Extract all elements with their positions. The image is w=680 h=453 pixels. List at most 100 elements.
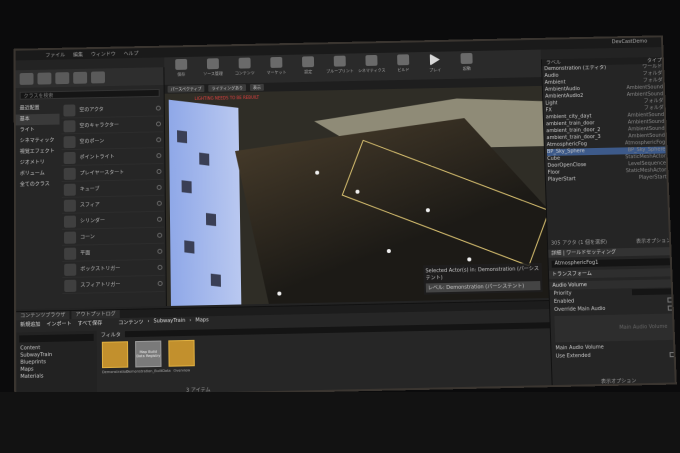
market-button[interactable]: マーケット	[263, 56, 289, 76]
light-actor-icon[interactable]	[386, 249, 391, 254]
cb-view-options-button[interactable]: 表示オプション	[601, 377, 637, 385]
monitor-bezel	[0, 392, 680, 453]
content-browser-panel: コンテンツブラウザ アウトプットログ 新規追加 インポート すべて保存 コンテン…	[16, 300, 636, 399]
selection-info: Selected Actor(s) in: Demonstration (パーシ…	[423, 262, 543, 295]
lit-button[interactable]: ライティングあり	[208, 84, 247, 92]
save-button[interactable]: 保存	[168, 58, 194, 78]
source-control-button[interactable]: ソース管理	[200, 58, 226, 77]
info-icon	[156, 216, 163, 222]
build-data-asset-icon: Map Build Data Registry	[135, 340, 162, 368]
menu-help[interactable]: ヘルプ	[124, 50, 139, 57]
settings-button[interactable]: 設定	[295, 56, 321, 75]
use-extended-property: Use Extended	[552, 350, 677, 361]
info-icon	[156, 168, 162, 175]
outliner-view-options-button[interactable]: 表示オプション	[636, 237, 671, 245]
breadcrumb-item[interactable]: SubwayTrain	[153, 318, 185, 326]
perspective-button[interactable]: パースペクティブ	[167, 85, 205, 93]
actor-name-field[interactable]: AtmosphericFog1	[551, 258, 673, 268]
map-asset-icon	[101, 341, 129, 369]
menu-window[interactable]: ウィンドウ	[91, 50, 116, 57]
menu-edit[interactable]: 編集	[73, 51, 83, 58]
light-actor-icon[interactable]	[277, 291, 282, 296]
save-icon	[175, 58, 188, 70]
selected-actors-text: Selected Actor(s) in: Demonstration (パーシ…	[425, 265, 539, 282]
play-icon	[429, 53, 440, 66]
actor-thumbnail-icon	[63, 119, 76, 132]
menu-file[interactable]: ファイル	[45, 51, 65, 58]
transform-section[interactable]: トランスフォーム	[548, 268, 676, 279]
play-button[interactable]: プレイ	[422, 53, 448, 73]
content-button[interactable]: コンテンツ	[232, 57, 258, 76]
info-icon	[157, 264, 163, 270]
filter-button[interactable]: フィルタ	[101, 331, 121, 338]
category-item[interactable]: 視覚エフェクト	[16, 146, 60, 158]
actor-thumbnail-icon	[63, 183, 76, 196]
geometry-mode-icon[interactable]	[91, 71, 105, 84]
window-title: DevCastDemo	[611, 38, 648, 46]
market-icon	[270, 56, 283, 68]
actor-thumbnail-icon	[63, 151, 76, 164]
use-extended-checkbox[interactable]	[669, 351, 675, 357]
build-button[interactable]: ビルド	[390, 54, 416, 73]
override-checkbox[interactable]	[667, 304, 673, 311]
scene-window	[176, 130, 188, 144]
enabled-checkbox[interactable]	[667, 296, 673, 303]
cinematics-button[interactable]: シネマティクス	[358, 54, 385, 74]
blueprint-button[interactable]: ブループリント	[326, 55, 354, 74]
breadcrumb: コンテンツ › SubwayTrain › Maps	[118, 317, 208, 326]
landscape-mode-icon[interactable]	[55, 72, 70, 85]
show-button[interactable]: 表示	[249, 83, 264, 91]
chevron-right-icon: ›	[189, 317, 192, 324]
asset-tile[interactable]: Map Build Data Registry Demonstration_Bu…	[126, 340, 171, 374]
blueprint-icon	[333, 55, 346, 67]
tab-world-settings[interactable]: ワールドセッティング	[566, 249, 616, 256]
actor-thumbnail-icon	[63, 167, 76, 180]
asset-tile[interactable]: Overview	[167, 339, 196, 373]
asset-tile[interactable]: Demonstration	[101, 341, 129, 374]
modes-panel: クラスを検索 最近配置 基本 ライト シネマティック 視覚エフェクト ジオメトリ…	[15, 67, 167, 310]
override-main-audio-property: Override Main Audio	[550, 303, 677, 314]
actor-count-text: 305 アクタ (1 個を選択)	[550, 239, 608, 247]
breadcrumb-item[interactable]: Maps	[195, 317, 208, 324]
place-mode-icon[interactable]	[19, 72, 34, 85]
scene-window	[210, 273, 221, 287]
category-list: 最近配置 基本 ライト シネマティック 視覚エフェクト ジオメトリ ボリューム …	[15, 103, 60, 191]
light-actor-icon[interactable]	[315, 170, 320, 175]
details-tabs: 詳細 | ワールドセッティング	[548, 247, 675, 258]
breadcrumb-item[interactable]: コンテンツ	[118, 319, 143, 327]
build-icon	[397, 54, 410, 66]
light-actor-icon[interactable]	[425, 208, 430, 213]
monitor-screen: ファイル 編集 ウィンドウ ヘルプ DevCastDemo 保存 ソース管理 コ…	[13, 35, 677, 399]
tab-content-browser[interactable]: コンテンツブラウザ	[16, 311, 70, 321]
info-icon	[157, 232, 163, 238]
actor-thumbnail-icon	[64, 231, 77, 244]
content-icon	[238, 57, 251, 69]
outliner-tree: Demonstration (エディタ) ワールド Audio フォルダ Ambie…	[542, 64, 671, 184]
placeable-items: 空のアクタ 空のキャラクター 空のポーン ポイントライト プレイヤースタート キ…	[61, 100, 165, 295]
tab-details[interactable]: 詳細	[551, 250, 561, 256]
lighting-warning: LIGHTING NEEDS TO BE REBUILT	[194, 94, 260, 102]
placeable-item[interactable]: スフィアトリガー	[62, 275, 165, 295]
mode-tabs	[15, 67, 164, 88]
add-new-button[interactable]: 新規追加	[20, 321, 40, 328]
light-actor-icon[interactable]	[467, 257, 472, 262]
tab-output-log[interactable]: アウトプットログ	[71, 310, 120, 320]
category-item[interactable]: 全てのクラス	[16, 179, 60, 191]
info-icon	[156, 137, 162, 143]
folder-search-input[interactable]	[19, 333, 94, 343]
class-search-input[interactable]: クラスを検索	[19, 88, 160, 100]
scene-building-wall	[168, 99, 242, 307]
actor-thumbnail-icon	[64, 279, 77, 292]
info-icon	[156, 153, 162, 159]
level-viewport[interactable]: パースペクティブ ライティングあり 表示 LIGHTING NEEDS TO B…	[164, 77, 549, 307]
save-all-button[interactable]: すべて保存	[78, 320, 103, 328]
folder-item[interactable]: Materials	[16, 372, 97, 381]
launch-button[interactable]: 起動	[454, 52, 480, 72]
cinematics-icon	[365, 54, 378, 66]
outliner-row[interactable]: PlayerStart PlayerStart	[548, 174, 671, 184]
priority-input[interactable]	[631, 288, 673, 296]
foliage-mode-icon[interactable]	[73, 71, 88, 84]
import-button[interactable]: インポート	[46, 320, 71, 328]
main-audio-preview: Main Audio Volume	[554, 313, 675, 343]
paint-mode-icon[interactable]	[37, 72, 52, 85]
